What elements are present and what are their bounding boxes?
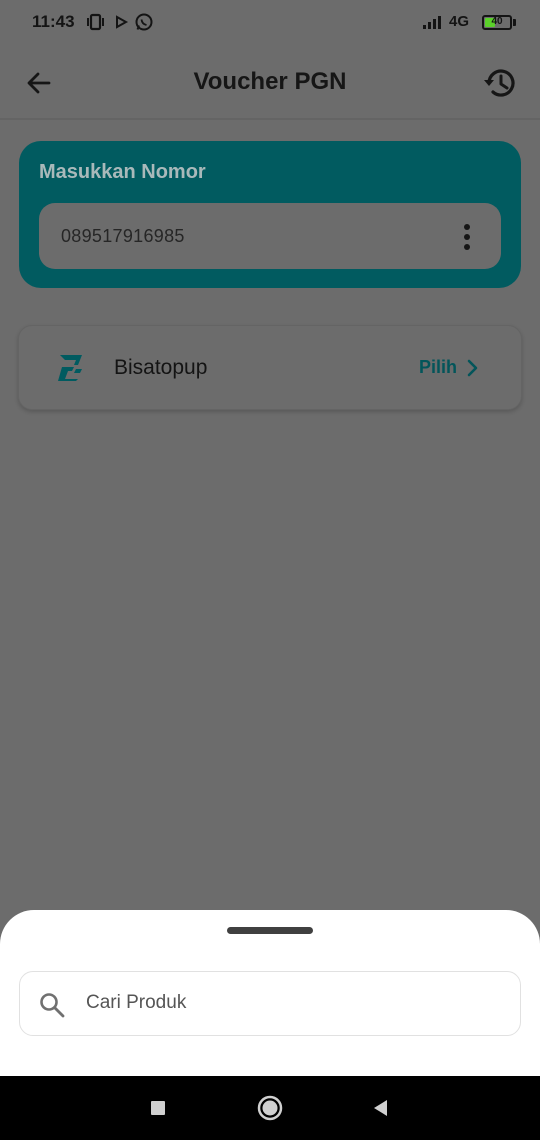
sheet-drag-handle[interactable] xyxy=(227,927,313,934)
number-label: Masukkan Nomor xyxy=(39,161,206,183)
battery-icon: 40 xyxy=(482,15,512,30)
network-type: 4G xyxy=(449,13,470,30)
home-icon[interactable] xyxy=(256,1094,284,1122)
search-placeholder[interactable]: Cari Produk xyxy=(86,992,186,1014)
vibrate-icon xyxy=(87,13,104,31)
status-time: 11:43 xyxy=(32,12,75,31)
number-card: Masukkan Nomor 089517916985 xyxy=(19,141,521,288)
chevron-right-icon[interactable] xyxy=(465,358,481,378)
select-provider-button[interactable]: Pilih xyxy=(419,357,457,378)
bottom-sheet: Cari Produk xyxy=(0,910,540,1076)
signal-icon xyxy=(423,16,441,29)
battery-level: 40 xyxy=(491,16,503,27)
navigation-bar xyxy=(0,1076,540,1140)
search-input[interactable]: Cari Produk xyxy=(19,971,521,1036)
app-bar: Voucher PGN xyxy=(0,46,540,120)
recent-apps-icon[interactable] xyxy=(144,1094,172,1122)
search-icon xyxy=(40,993,65,1018)
whatsapp-icon xyxy=(135,13,153,31)
battery-tip xyxy=(513,19,516,26)
history-icon[interactable] xyxy=(480,63,520,103)
page-title: Voucher PGN xyxy=(193,68,347,95)
provider-card[interactable]: Bisatopup Pilih xyxy=(18,325,522,410)
phone-number-value[interactable]: 089517916985 xyxy=(61,226,185,247)
phone-number-field[interactable]: 089517916985 xyxy=(39,203,501,269)
more-vertical-icon[interactable] xyxy=(455,221,479,253)
provider-name: Bisatopup xyxy=(114,356,208,379)
back-icon[interactable] xyxy=(366,1094,394,1122)
bisatopup-logo-icon xyxy=(58,355,82,381)
play-icon xyxy=(116,15,129,29)
status-bar: 11:43 4G 40 xyxy=(0,0,540,46)
